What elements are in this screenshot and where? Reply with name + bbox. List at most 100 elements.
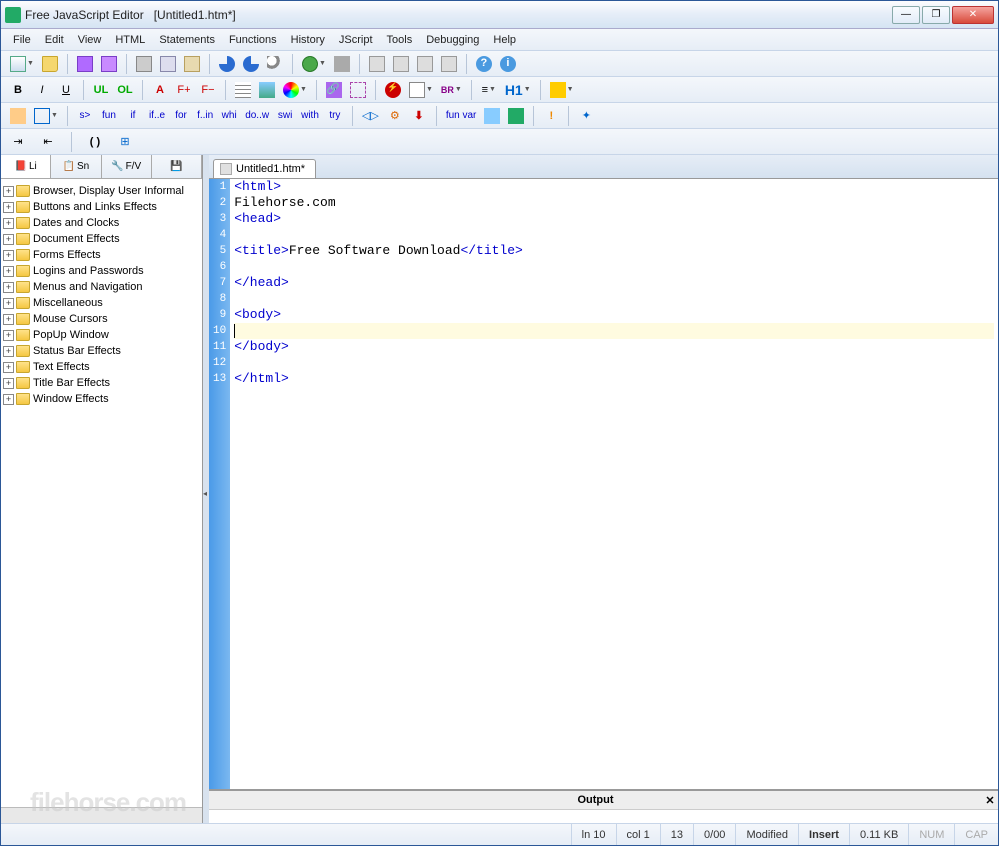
snippet-dow[interactable]: do..w (242, 105, 272, 127)
tree-item[interactable]: +Forms Effects (3, 247, 200, 263)
expand-icon[interactable]: + (3, 330, 14, 341)
tools-button[interactable] (331, 53, 353, 75)
snippet-s[interactable]: s> (74, 105, 96, 127)
export-button[interactable] (414, 53, 436, 75)
tree-item[interactable]: +Miscellaneous (3, 295, 200, 311)
ul-button[interactable]: UL (90, 79, 112, 101)
tree-item[interactable]: +Dates and Clocks (3, 215, 200, 231)
warn-button[interactable]: ! (540, 105, 562, 127)
snippet-swi[interactable]: swi (274, 105, 296, 127)
expand-icon[interactable]: + (3, 362, 14, 373)
menu-tools[interactable]: Tools (381, 32, 419, 48)
link-button[interactable]: 🔗 (323, 79, 345, 101)
print-button[interactable] (366, 53, 388, 75)
menu-functions[interactable]: Functions (223, 32, 283, 48)
font-color-button[interactable]: A (149, 79, 171, 101)
info-button[interactable]: i (497, 53, 519, 75)
redo-button[interactable] (240, 53, 262, 75)
snippet-fin[interactable]: f..in (194, 105, 216, 127)
output-panel[interactable] (209, 809, 998, 823)
var-button[interactable]: fun var (443, 105, 480, 127)
menu-view[interactable]: View (72, 32, 108, 48)
stop-button[interactable]: ⬇ (408, 105, 430, 127)
menu-statements[interactable]: Statements (153, 32, 221, 48)
new-button[interactable]: ▼ (7, 53, 37, 75)
snippet-try[interactable]: try (324, 105, 346, 127)
font-plus-button[interactable]: F+ (173, 79, 195, 101)
color-button[interactable]: ▼ (280, 79, 310, 101)
tree-item[interactable]: +Status Bar Effects (3, 343, 200, 359)
menu-jscript[interactable]: JScript (333, 32, 379, 48)
ol-button[interactable]: OL (114, 79, 136, 101)
tree-item[interactable]: +Title Bar Effects (3, 375, 200, 391)
tree-item[interactable]: +Menus and Navigation (3, 279, 200, 295)
help-button[interactable]: ? (473, 53, 495, 75)
code-area[interactable]: <html>Filehorse.com<head><title>Free Sof… (230, 179, 998, 789)
snippet-ife[interactable]: if..e (146, 105, 168, 127)
book-button[interactable] (505, 105, 527, 127)
tree-item[interactable]: +Window Effects (3, 391, 200, 407)
snippet-with[interactable]: with (298, 105, 322, 127)
menu-history[interactable]: History (285, 32, 331, 48)
run-button[interactable]: ◁▷ (359, 105, 382, 127)
menu-help[interactable]: Help (487, 32, 522, 48)
image-button[interactable] (256, 79, 278, 101)
preview-button[interactable] (390, 53, 412, 75)
tree-item[interactable]: +Browser, Display User Informal (3, 183, 200, 199)
editor[interactable]: 12345678910111213 <html>Filehorse.com<he… (209, 179, 998, 789)
brackets-button[interactable]: ( ) (84, 131, 106, 153)
italic-button[interactable]: I (31, 79, 53, 101)
close-button[interactable]: ✕ (952, 6, 994, 24)
expand-icon[interactable]: + (3, 218, 14, 229)
comment-button[interactable] (7, 105, 29, 127)
expand-icon[interactable]: + (3, 202, 14, 213)
sidebar-tab-0[interactable]: 📕Li (1, 155, 51, 178)
open-button[interactable] (39, 53, 61, 75)
indent-button[interactable]: ⇥ (7, 131, 29, 153)
menu-file[interactable]: File (7, 32, 37, 48)
expand-icon[interactable]: + (3, 378, 14, 389)
menu-edit[interactable]: Edit (39, 32, 70, 48)
expand-icon[interactable]: + (3, 394, 14, 405)
special-button[interactable]: ▼ (547, 79, 577, 101)
find-button[interactable] (264, 53, 286, 75)
snippet-fun[interactable]: fun (98, 105, 120, 127)
underline-button[interactable]: U (55, 79, 77, 101)
save-button[interactable] (74, 53, 96, 75)
tree-item[interactable]: +Document Effects (3, 231, 200, 247)
sidebar-tab-1[interactable]: 📋Sn (51, 155, 101, 178)
magic-button[interactable]: ✦ (575, 105, 597, 127)
debug-button[interactable]: ⚙ (384, 105, 406, 127)
sidebar-scrollbar[interactable] (1, 807, 202, 823)
paste-button[interactable] (181, 53, 203, 75)
browser-button[interactable]: ▼ (299, 53, 329, 75)
heading-button[interactable]: H1▼ (502, 79, 534, 101)
document-tab[interactable]: Untitled1.htm* (213, 159, 316, 178)
form-button[interactable]: ▼ (406, 79, 436, 101)
tree-item[interactable]: +Logins and Passwords (3, 263, 200, 279)
expand-icon[interactable]: + (3, 346, 14, 357)
output-close-button[interactable]: ✕ (982, 794, 998, 807)
tree-item[interactable]: +Mouse Cursors (3, 311, 200, 327)
expand-icon[interactable]: + (3, 250, 14, 261)
saveall-button[interactable] (98, 53, 120, 75)
anchor-button[interactable] (347, 79, 369, 101)
expand-icon[interactable]: + (3, 234, 14, 245)
expand-icon[interactable]: + (3, 298, 14, 309)
print2-button[interactable] (438, 53, 460, 75)
br-button[interactable]: BR▼ (438, 79, 465, 101)
expand-icon[interactable]: + (3, 282, 14, 293)
block-button[interactable]: ▼ (31, 105, 61, 127)
expand-icon[interactable]: + (3, 266, 14, 277)
outdent-button[interactable]: ⇤ (37, 131, 59, 153)
snippet-for[interactable]: for (170, 105, 192, 127)
table-button[interactable] (232, 79, 254, 101)
minimize-button[interactable]: ― (892, 6, 920, 24)
tree-item[interactable]: +Text Effects (3, 359, 200, 375)
bold-button[interactable]: B (7, 79, 29, 101)
script-button[interactable]: ⚡ (382, 79, 404, 101)
sidebar-tab-2[interactable]: 🔧F/V (102, 155, 152, 178)
align-button[interactable]: ≡▼ (478, 79, 500, 101)
braces-button[interactable]: ⊞ (114, 131, 136, 153)
sidebar-tab-3[interactable]: 💾 (152, 155, 202, 178)
